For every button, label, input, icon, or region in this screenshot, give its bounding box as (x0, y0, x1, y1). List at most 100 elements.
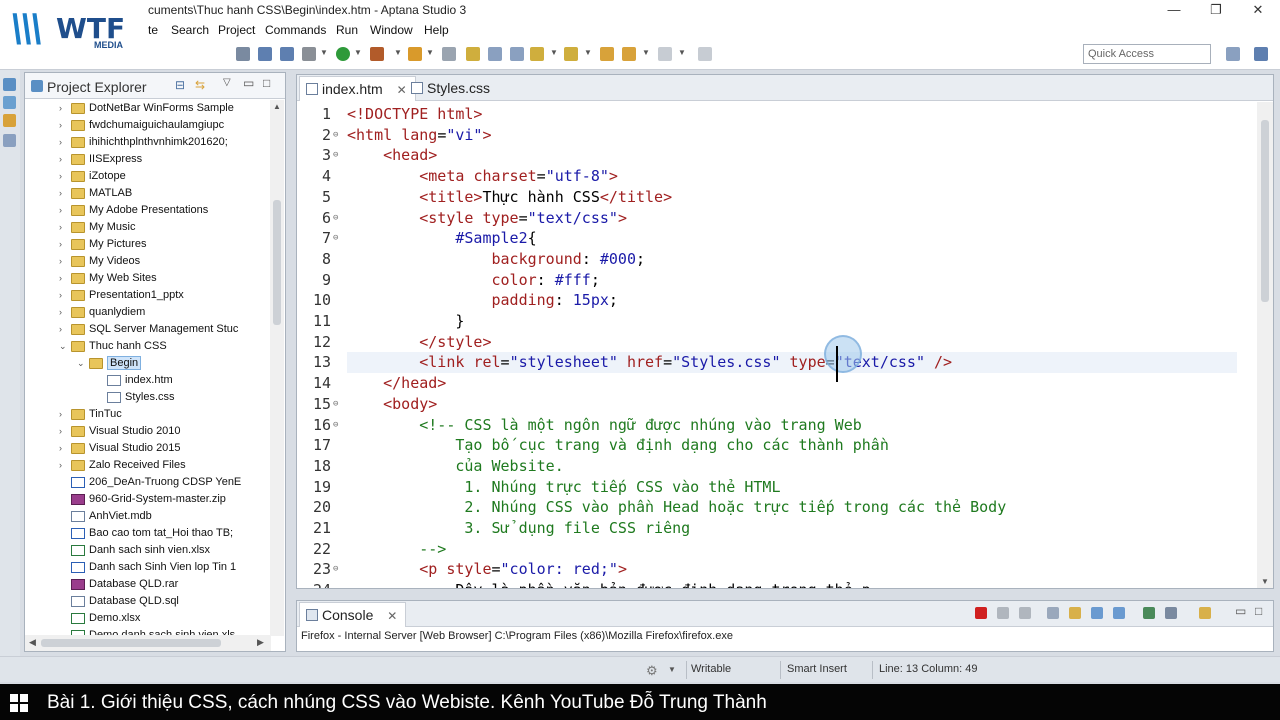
tab-console[interactable]: Console ✕ (299, 602, 407, 627)
chevron-right-icon[interactable]: › (59, 120, 62, 130)
menu-run[interactable]: Run (336, 23, 358, 37)
fold-icon[interactable]: ⊖ (333, 145, 343, 166)
tree-item[interactable]: ⌄ Thuc hanh CSS (25, 339, 271, 356)
chevron-right-icon[interactable]: › (59, 443, 62, 453)
tree-item[interactable]: Styles.css (25, 390, 271, 407)
chevron-right-icon[interactable]: › (59, 273, 62, 283)
code-line[interactable]: Tạo bố cục trang và định dạng cho các th… (347, 435, 1237, 456)
outline-icon[interactable] (3, 114, 16, 127)
tree-item[interactable]: 960-Grid-System-master.zip (25, 492, 271, 509)
maximize-view-icon[interactable]: □ (263, 76, 270, 90)
close-console-icon[interactable]: ✕ (387, 609, 397, 623)
tree-scroll-thumb[interactable] (273, 200, 281, 325)
perspective-web-icon[interactable] (1254, 47, 1268, 61)
code-line[interactable]: <html lang="vi"> (347, 125, 1237, 146)
code-line[interactable]: <style type="text/css"> (347, 208, 1237, 229)
tree-item[interactable]: Danh sach Sinh Vien lop Tin 1 (25, 560, 271, 577)
code-line[interactable]: <head> (347, 145, 1237, 166)
tree-vertical-scrollbar[interactable]: ▲ (270, 100, 284, 636)
chevron-right-icon[interactable]: › (59, 171, 62, 181)
console-minimize-icon[interactable]: ▭ (1235, 604, 1246, 618)
quick-access-input[interactable]: Quick Access (1083, 44, 1211, 64)
tree-item[interactable]: › Presentation1_pptx (25, 288, 271, 305)
minimize-button[interactable]: — (1154, 0, 1194, 20)
back-arrow-icon[interactable] (622, 47, 636, 61)
menu-project[interactable]: Project (218, 23, 255, 37)
toggle-icon[interactable] (510, 47, 524, 61)
tree-item[interactable]: › fwdchumaiguichaulamgiupc (25, 118, 271, 135)
fold-icon[interactable]: ⊖ (333, 559, 343, 580)
chevron-right-icon[interactable]: › (59, 188, 62, 198)
scroll-lock-icon[interactable] (1069, 607, 1081, 619)
tree-item[interactable]: Database QLD.sql (25, 594, 271, 611)
annotation-prev-icon[interactable] (564, 47, 578, 61)
last-edit-icon[interactable] (600, 47, 614, 61)
marker-icon[interactable] (466, 47, 480, 61)
forward-arrow-icon[interactable] (658, 47, 672, 61)
app-explorer-icon[interactable] (3, 96, 16, 109)
tree-item[interactable]: Demo.xlsx (25, 611, 271, 628)
run-icon[interactable] (336, 47, 350, 61)
external-tools-icon[interactable] (408, 47, 422, 61)
code-line[interactable]: --> (347, 539, 1237, 560)
deploy-icon[interactable] (280, 47, 294, 61)
format-icon[interactable] (488, 47, 502, 61)
tree-item[interactable]: › My Web Sites (25, 271, 271, 288)
chevron-right-icon[interactable]: › (59, 222, 62, 232)
tree-horizontal-scrollbar[interactable]: ◀ ▶ (25, 635, 271, 651)
chevron-right-icon[interactable]: › (59, 409, 62, 419)
fold-icon[interactable]: ⊖ (333, 228, 343, 249)
fold-icon[interactable]: ⊖ (333, 208, 343, 229)
tree-item[interactable]: › TinTuc (25, 407, 271, 424)
open-perspective-icon[interactable] (1226, 47, 1240, 61)
tree-item[interactable]: › My Adobe Presentations (25, 203, 271, 220)
code-line[interactable]: #Sample2{ (347, 228, 1237, 249)
menu-commands[interactable]: Commands (265, 23, 326, 37)
code-line[interactable]: của Website. (347, 456, 1237, 477)
tree-hscroll-thumb[interactable] (41, 639, 221, 647)
annotation-next-icon[interactable] (530, 47, 544, 61)
remove-all-icon[interactable] (1019, 607, 1031, 619)
open-console-icon[interactable] (1199, 607, 1211, 619)
menu-navigate[interactable]: te (148, 23, 158, 37)
tab-styles-css[interactable]: Styles.css (405, 76, 498, 101)
tree-item[interactable]: › IISExpress (25, 152, 271, 169)
fold-icon[interactable]: ⊖ (333, 125, 343, 146)
minimize-view-icon[interactable]: ▭ (243, 76, 254, 90)
chevron-down-icon[interactable]: ▼ (668, 665, 676, 674)
tree-item[interactable]: › SQL Server Management Stuc (25, 322, 271, 339)
code-line[interactable]: <title>Thực hành CSS</title> (347, 187, 1237, 208)
chevron-down-icon[interactable]: ⌄ (77, 358, 85, 369)
chevron-right-icon[interactable]: › (59, 205, 62, 215)
chevron-right-icon[interactable]: › (59, 154, 62, 164)
scroll-up-icon[interactable]: ▲ (273, 102, 281, 111)
editor-scroll-thumb[interactable] (1261, 120, 1269, 302)
gear-icon[interactable]: ⚙ (646, 663, 658, 679)
tree-item[interactable]: › My Videos (25, 254, 271, 271)
code-line[interactable]: Đây là phần văn bản được định dạng trong… (347, 580, 1237, 588)
tree-item[interactable]: Bao cao tom tat_Hoi thao TB; (25, 526, 271, 543)
tree-item[interactable]: › DotNetBar WinForms Sample (25, 101, 271, 118)
tree-item[interactable]: › Visual Studio 2010 (25, 424, 271, 441)
terminate-icon[interactable] (975, 607, 987, 619)
chevron-right-icon[interactable]: › (59, 103, 62, 113)
chevron-right-icon[interactable]: › (59, 256, 62, 266)
refresh-icon[interactable] (442, 47, 456, 61)
remove-launch-icon[interactable] (997, 607, 1009, 619)
tree-item[interactable]: Database QLD.rar (25, 577, 271, 594)
tree-item[interactable]: Danh sach sinh vien.xlsx (25, 543, 271, 560)
chevron-right-icon[interactable]: › (59, 460, 62, 470)
view-menu-icon[interactable]: ▽ (223, 77, 231, 88)
tree-item[interactable]: › ihihichthplnthvnhimk201620; (25, 135, 271, 152)
tree-item[interactable]: index.htm (25, 373, 271, 390)
code-line[interactable]: 2. Nhúng CSS vào phần Head hoặc trực tiế… (347, 497, 1237, 518)
code-area[interactable]: 1 <!DOCTYPE html> 2 ⊖ <html lang="vi"> 3 ⊖ <he… (297, 102, 1241, 588)
code-line[interactable]: <body> (347, 394, 1237, 415)
chevron-right-icon[interactable]: › (59, 426, 62, 436)
tree-item[interactable]: AnhViet.mdb (25, 509, 271, 526)
code-line[interactable]: </head> (347, 373, 1237, 394)
fold-icon[interactable]: ⊖ (333, 415, 343, 436)
code-line[interactable]: color: #fff; (347, 270, 1237, 291)
chevron-right-icon[interactable]: › (59, 137, 62, 147)
menu-search[interactable]: Search (171, 23, 209, 37)
